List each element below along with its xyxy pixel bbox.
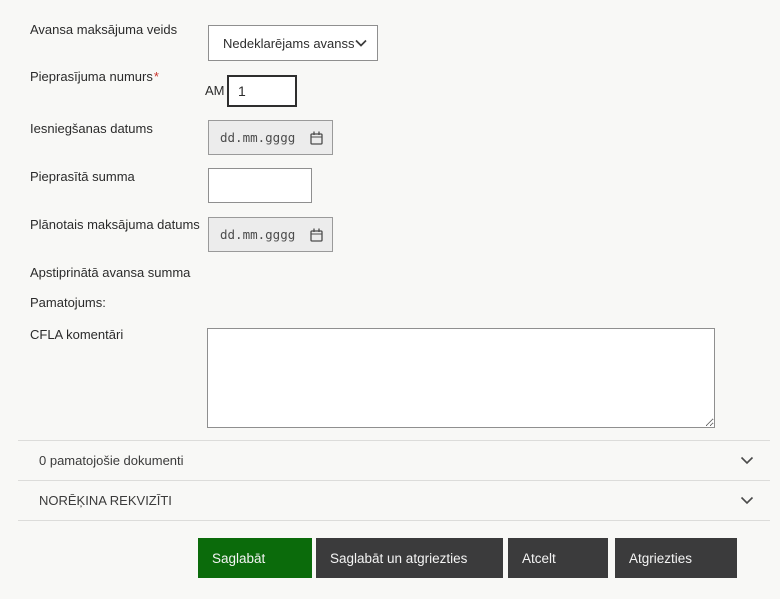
section-supporting-documents-label: 0 pamatojošie dokumenti xyxy=(39,453,184,468)
section-payment-details[interactable]: NORĒĶINA REKVIZĪTI xyxy=(18,480,770,521)
return-button[interactable]: Atgriezties xyxy=(615,538,737,578)
submission-date-label: Iesniegšanas datums xyxy=(30,121,153,136)
chevron-down-icon xyxy=(740,496,754,505)
cfla-comments-textarea[interactable] xyxy=(207,328,715,428)
chevron-down-icon xyxy=(355,39,367,47)
cfla-comments-label: CFLA komentāri xyxy=(30,327,124,342)
advance-type-select[interactable]: Nedeklarējams avanss xyxy=(208,25,378,61)
request-number-label: Pieprasījuma numurs* xyxy=(30,69,159,84)
requested-amount-input[interactable] xyxy=(208,168,312,203)
cancel-button[interactable]: Atcelt xyxy=(508,538,608,578)
submission-date-input[interactable]: dd.mm.gggg xyxy=(208,120,333,155)
request-number-label-text: Pieprasījuma numurs xyxy=(30,69,153,84)
approved-advance-amount-label: Apstiprinātā avansa summa xyxy=(30,265,191,280)
requested-amount-label: Pieprasītā summa xyxy=(30,169,135,184)
chevron-down-icon xyxy=(740,456,754,465)
save-and-return-button[interactable]: Saglabāt un atgriezties xyxy=(316,538,503,578)
planned-payment-date-label: Plānotais maksājuma datums xyxy=(30,217,200,232)
planned-payment-date-input[interactable]: dd.mm.gggg xyxy=(208,217,333,252)
request-number-prefix: AM xyxy=(205,83,225,98)
justification-label: Pamatojums: xyxy=(30,295,106,310)
save-button[interactable]: Saglabāt xyxy=(198,538,312,578)
submission-date-placeholder: dd.mm.gggg xyxy=(220,130,296,145)
calendar-icon xyxy=(310,228,323,242)
calendar-icon xyxy=(310,131,323,145)
advance-type-value: Nedeklarējams avanss xyxy=(223,35,355,51)
required-asterisk: * xyxy=(153,69,159,84)
advance-type-label: Avansa maksājuma veids xyxy=(30,22,178,37)
section-supporting-documents[interactable]: 0 pamatojošie dokumenti xyxy=(18,440,770,480)
request-number-input[interactable] xyxy=(227,75,297,107)
planned-payment-date-placeholder: dd.mm.gggg xyxy=(220,227,296,242)
section-payment-details-label: NORĒĶINA REKVIZĪTI xyxy=(39,493,172,508)
